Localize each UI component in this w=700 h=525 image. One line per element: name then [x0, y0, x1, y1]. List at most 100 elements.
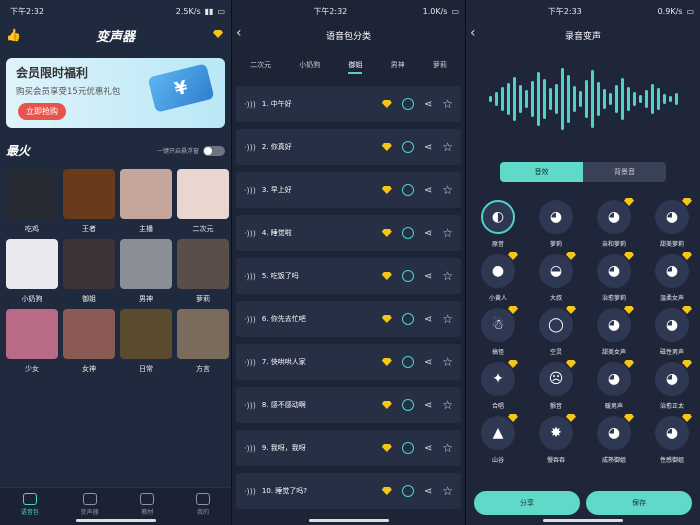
- buy-now-button[interactable]: 立即抢购: [18, 103, 66, 120]
- share-icon[interactable]: ⋖: [424, 228, 432, 239]
- category-item[interactable]: 方言: [177, 309, 229, 374]
- play-wave-icon[interactable]: ·))): [244, 401, 256, 410]
- effect-item[interactable]: ✦ 合唱: [474, 360, 522, 410]
- tab-sound-effect[interactable]: 音效: [500, 162, 583, 182]
- share-icon[interactable]: ⋖: [424, 99, 432, 110]
- star-icon[interactable]: ☆: [442, 484, 453, 498]
- share-icon[interactable]: ⋖: [424, 443, 432, 454]
- effect-item[interactable]: ◕ 磁性男声: [648, 306, 696, 356]
- share-icon[interactable]: ⋖: [424, 400, 432, 411]
- effect-item[interactable]: ☹ 颤音: [532, 360, 580, 410]
- effect-item[interactable]: ◕ 性感御姐: [648, 414, 696, 464]
- voice-row[interactable]: ·))) 9. 我呀，我呀 ⋖ ☆: [236, 430, 461, 466]
- play-wave-icon[interactable]: ·))): [244, 315, 256, 324]
- category-item[interactable]: 小奶狗: [6, 239, 58, 304]
- share-icon[interactable]: ⋖: [424, 185, 432, 196]
- save-button[interactable]: 保存: [586, 491, 692, 515]
- effect-item[interactable]: ✸ 慢吞吞: [532, 414, 580, 464]
- category-item[interactable]: 王者: [63, 169, 115, 234]
- thumbs-up-icon[interactable]: 👍: [6, 28, 21, 42]
- send-voice-icon[interactable]: [401, 399, 414, 411]
- category-item[interactable]: 男神: [120, 239, 172, 304]
- tab-profile[interactable]: 我的: [196, 493, 211, 525]
- effect-item[interactable]: ◕ 温柔女声: [648, 252, 696, 302]
- effect-item[interactable]: ◕ 暖男声: [590, 360, 638, 410]
- play-wave-icon[interactable]: ·))): [244, 444, 256, 453]
- effect-item[interactable]: ◕ 甜美萝莉: [648, 198, 696, 248]
- voice-row[interactable]: ·))) 10. 睡觉了吗? ⋖ ☆: [236, 473, 461, 509]
- category-item[interactable]: 御姐: [63, 239, 115, 304]
- send-voice-icon[interactable]: [401, 442, 414, 454]
- play-wave-icon[interactable]: ·))): [244, 100, 256, 109]
- category-item[interactable]: 女神: [63, 309, 115, 374]
- star-icon[interactable]: ☆: [442, 441, 453, 455]
- category-item[interactable]: 吃鸡: [6, 169, 58, 234]
- effect-item[interactable]: ◐ 原音: [474, 200, 522, 248]
- star-icon[interactable]: ☆: [442, 140, 453, 154]
- send-voice-icon[interactable]: [401, 98, 414, 110]
- play-wave-icon[interactable]: ·))): [244, 358, 256, 367]
- star-icon[interactable]: ☆: [442, 269, 453, 283]
- voice-row[interactable]: ·))) 8. 感不感动啊 ⋖ ☆: [236, 387, 461, 423]
- send-voice-icon[interactable]: [401, 141, 414, 153]
- play-wave-icon[interactable]: ·))): [244, 272, 256, 281]
- back-icon[interactable]: ‹: [470, 25, 476, 41]
- category-item[interactable]: 少女: [6, 309, 58, 374]
- send-voice-icon[interactable]: [401, 184, 414, 196]
- back-icon[interactable]: ‹: [236, 25, 242, 41]
- category-item[interactable]: 二次元: [177, 169, 229, 234]
- effect-item[interactable]: ☃ 搞怪: [474, 306, 522, 356]
- voice-row[interactable]: ·))) 7. 快哄哄人家 ⋖ ☆: [236, 344, 461, 380]
- voice-row[interactable]: ·))) 6. 你先去忙吧 ⋖ ☆: [236, 301, 461, 337]
- star-icon[interactable]: ☆: [442, 183, 453, 197]
- effect-item[interactable]: ◯ 空灵: [532, 306, 580, 356]
- category-tab[interactable]: 萝莉: [433, 60, 447, 74]
- play-wave-icon[interactable]: ·))): [244, 487, 256, 496]
- effect-item[interactable]: ◒ 大叔: [532, 252, 580, 302]
- category-tab[interactable]: 小奶狗: [299, 60, 320, 74]
- send-voice-icon[interactable]: [401, 485, 414, 497]
- floating-window-toggle[interactable]: [203, 145, 225, 156]
- play-wave-icon[interactable]: ·))): [244, 143, 256, 152]
- effect-item[interactable]: ◕ 萝莉: [532, 200, 580, 248]
- voice-row[interactable]: ·))) 3. 早上好 ⋖ ☆: [236, 172, 461, 208]
- category-item[interactable]: 主播: [120, 169, 172, 234]
- effect-item[interactable]: ◕ 治愈正太: [648, 360, 696, 410]
- play-wave-icon[interactable]: ·))): [244, 186, 256, 195]
- star-icon[interactable]: ☆: [442, 312, 453, 326]
- tab-voice-pack[interactable]: 语音包: [21, 493, 39, 525]
- category-tab[interactable]: 二次元: [250, 60, 271, 74]
- voice-row[interactable]: ·))) 5. 吃饭了吗 ⋖ ☆: [236, 258, 461, 294]
- category-item[interactable]: 日常: [120, 309, 172, 374]
- category-tab[interactable]: 男神: [391, 60, 405, 74]
- play-wave-icon[interactable]: ·))): [244, 229, 256, 238]
- effect-item[interactable]: ◕ 成熟御姐: [590, 414, 638, 464]
- share-icon[interactable]: ⋖: [424, 486, 432, 497]
- voice-row[interactable]: ·))) 4. 睡觉啦 ⋖ ☆: [236, 215, 461, 251]
- effect-item[interactable]: ◕ 治愈萝莉: [590, 252, 638, 302]
- share-icon[interactable]: ⋖: [424, 357, 432, 368]
- vip-gem-icon[interactable]: [213, 30, 223, 38]
- voice-row[interactable]: ·))) 1. 中午好 ⋖ ☆: [236, 86, 461, 122]
- send-voice-icon[interactable]: [401, 270, 414, 282]
- category-tab[interactable]: 御姐: [348, 60, 363, 74]
- category-item[interactable]: 萝莉: [177, 239, 229, 304]
- send-voice-icon[interactable]: [401, 356, 414, 368]
- vip-banner[interactable]: 会员限时福利 购买会员享受15元优惠礼包 立即抢购 ¥: [6, 58, 225, 128]
- effect-item[interactable]: ● 小黄人: [474, 252, 522, 302]
- effect-item[interactable]: ◕ 甜美女声: [590, 306, 638, 356]
- send-voice-icon[interactable]: [401, 313, 414, 325]
- voice-row[interactable]: ·))) 2. 你真好 ⋖ ☆: [236, 129, 461, 165]
- star-icon[interactable]: ☆: [442, 355, 453, 369]
- share-button[interactable]: 分享: [474, 491, 580, 515]
- star-icon[interactable]: ☆: [442, 398, 453, 412]
- star-icon[interactable]: ☆: [442, 97, 453, 111]
- tab-background-music[interactable]: 背景音: [583, 162, 666, 182]
- effect-item[interactable]: ▲ 山谷: [474, 414, 522, 464]
- share-icon[interactable]: ⋖: [424, 142, 432, 153]
- share-icon[interactable]: ⋖: [424, 271, 432, 282]
- star-icon[interactable]: ☆: [442, 226, 453, 240]
- effect-item[interactable]: ◕ 亲和萝莉: [590, 198, 638, 248]
- share-icon[interactable]: ⋖: [424, 314, 432, 325]
- send-voice-icon[interactable]: [401, 227, 414, 239]
